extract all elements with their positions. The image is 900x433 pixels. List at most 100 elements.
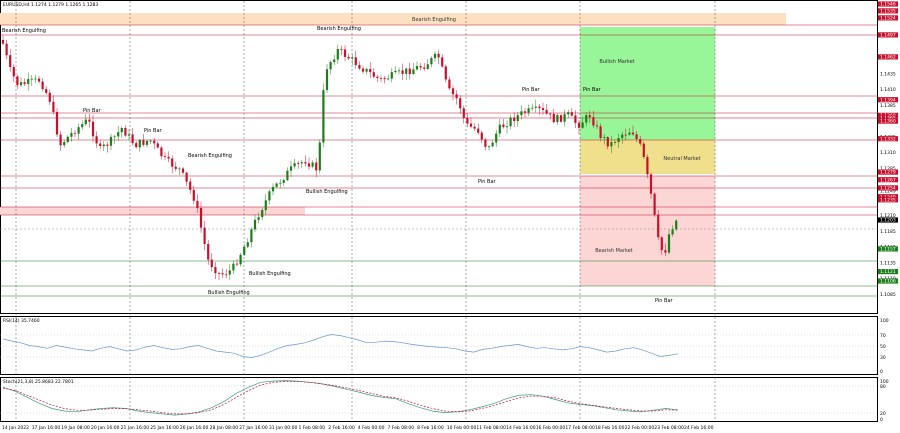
- bear-candle[interactable]: [480, 132, 483, 140]
- bear-candle[interactable]: [142, 140, 145, 145]
- bull-candle[interactable]: [617, 138, 620, 143]
- bear-candle[interactable]: [189, 181, 192, 190]
- bear-candle[interactable]: [369, 69, 372, 73]
- bull-candle[interactable]: [520, 111, 523, 116]
- bull-candle[interactable]: [243, 246, 246, 255]
- bull-candle[interactable]: [430, 58, 433, 65]
- bull-candle[interactable]: [257, 217, 260, 220]
- bull-candle[interactable]: [117, 132, 120, 137]
- bull-candle[interactable]: [246, 242, 249, 247]
- bear-candle[interactable]: [153, 140, 156, 144]
- bear-candle[interactable]: [549, 113, 552, 115]
- bear-candle[interactable]: [174, 166, 177, 169]
- bull-candle[interactable]: [325, 69, 329, 91]
- bull-candle[interactable]: [34, 78, 37, 80]
- bear-candle[interactable]: [163, 156, 167, 157]
- bull-candle[interactable]: [585, 115, 588, 123]
- bull-candle[interactable]: [556, 115, 559, 123]
- bear-candle[interactable]: [513, 117, 516, 122]
- bull-candle[interactable]: [318, 142, 321, 171]
- bear-candle[interactable]: [91, 121, 95, 137]
- bear-candle[interactable]: [23, 82, 26, 84]
- bear-candle[interactable]: [419, 66, 422, 68]
- bear-candle[interactable]: [99, 143, 102, 147]
- bear-candle[interactable]: [379, 78, 383, 79]
- bear-candle[interactable]: [455, 94, 458, 99]
- bear-candle[interactable]: [570, 112, 573, 116]
- bear-candle[interactable]: [55, 111, 59, 135]
- bull-candle[interactable]: [253, 219, 257, 230]
- bull-candle[interactable]: [495, 133, 498, 143]
- bull-candle[interactable]: [138, 140, 141, 148]
- bull-candle[interactable]: [275, 183, 278, 187]
- bear-candle[interactable]: [1, 40, 5, 44]
- bull-candle[interactable]: [509, 117, 512, 127]
- bull-candle[interactable]: [113, 136, 116, 138]
- bear-candle[interactable]: [214, 267, 217, 274]
- bull-candle[interactable]: [613, 142, 617, 143]
- bull-candle[interactable]: [279, 182, 282, 184]
- bull-candle[interactable]: [268, 191, 271, 201]
- bull-candle[interactable]: [289, 166, 293, 171]
- bear-candle[interactable]: [408, 68, 411, 74]
- main-price-panel[interactable]: [0, 0, 878, 314]
- bull-candle[interactable]: [491, 142, 494, 147]
- bear-candle[interactable]: [595, 125, 599, 127]
- bear-candle[interactable]: [459, 98, 462, 109]
- bear-candle[interactable]: [451, 88, 455, 95]
- bull-candle[interactable]: [329, 62, 332, 70]
- bear-candle[interactable]: [347, 56, 350, 59]
- bull-candle[interactable]: [534, 106, 537, 108]
- bull-candle[interactable]: [322, 90, 325, 143]
- bear-candle[interactable]: [541, 108, 545, 110]
- bear-candle[interactable]: [523, 111, 527, 113]
- bear-candle[interactable]: [660, 237, 663, 251]
- bull-candle[interactable]: [365, 69, 368, 72]
- price-axis[interactable]: 1.15461.15351.15241.14971.14621.14601.14…: [880, 2, 896, 298]
- bear-candle[interactable]: [235, 263, 239, 265]
- bull-candle[interactable]: [282, 180, 285, 183]
- bull-candle[interactable]: [120, 128, 123, 133]
- trading-chart[interactable]: Bearish Engulfing Bullish Market Neutral…: [0, 0, 900, 433]
- bull-candle[interactable]: [311, 162, 314, 167]
- bear-candle[interactable]: [477, 128, 480, 133]
- bear-candle[interactable]: [207, 244, 210, 260]
- bear-candle[interactable]: [5, 43, 8, 56]
- bull-candle[interactable]: [336, 49, 339, 60]
- bull-candle[interactable]: [261, 210, 264, 218]
- bear-candle[interactable]: [225, 274, 228, 276]
- bear-candle[interactable]: [354, 57, 357, 65]
- bull-candle[interactable]: [300, 162, 303, 164]
- bear-candle[interactable]: [106, 144, 109, 146]
- bear-candle[interactable]: [545, 109, 548, 114]
- bull-candle[interactable]: [426, 64, 429, 69]
- bear-candle[interactable]: [9, 55, 12, 67]
- bull-candle[interactable]: [27, 79, 30, 84]
- bear-candle[interactable]: [473, 126, 476, 129]
- bear-candle[interactable]: [588, 115, 591, 118]
- bull-candle[interactable]: [405, 68, 408, 74]
- bear-candle[interactable]: [221, 273, 224, 275]
- bear-candle[interactable]: [160, 147, 163, 157]
- bull-candle[interactable]: [667, 234, 671, 253]
- bear-candle[interactable]: [124, 128, 127, 136]
- bear-candle[interactable]: [484, 139, 487, 147]
- bull-candle[interactable]: [333, 59, 336, 63]
- bear-candle[interactable]: [639, 139, 642, 144]
- bull-candle[interactable]: [77, 127, 80, 134]
- bull-candle[interactable]: [563, 114, 566, 122]
- bull-candle[interactable]: [264, 200, 267, 211]
- bear-candle[interactable]: [41, 81, 44, 90]
- bear-candle[interactable]: [343, 49, 347, 57]
- bull-candle[interactable]: [351, 57, 354, 59]
- bear-candle[interactable]: [167, 156, 170, 159]
- bull-candle[interactable]: [603, 137, 606, 138]
- bull-candle[interactable]: [505, 126, 509, 128]
- bull-candle[interactable]: [178, 168, 181, 170]
- bull-candle[interactable]: [239, 254, 242, 265]
- bull-candle[interactable]: [527, 108, 530, 113]
- bull-candle[interactable]: [394, 70, 397, 73]
- bear-candle[interactable]: [12, 67, 15, 77]
- bull-candle[interactable]: [397, 70, 401, 72]
- bull-candle[interactable]: [412, 69, 415, 74]
